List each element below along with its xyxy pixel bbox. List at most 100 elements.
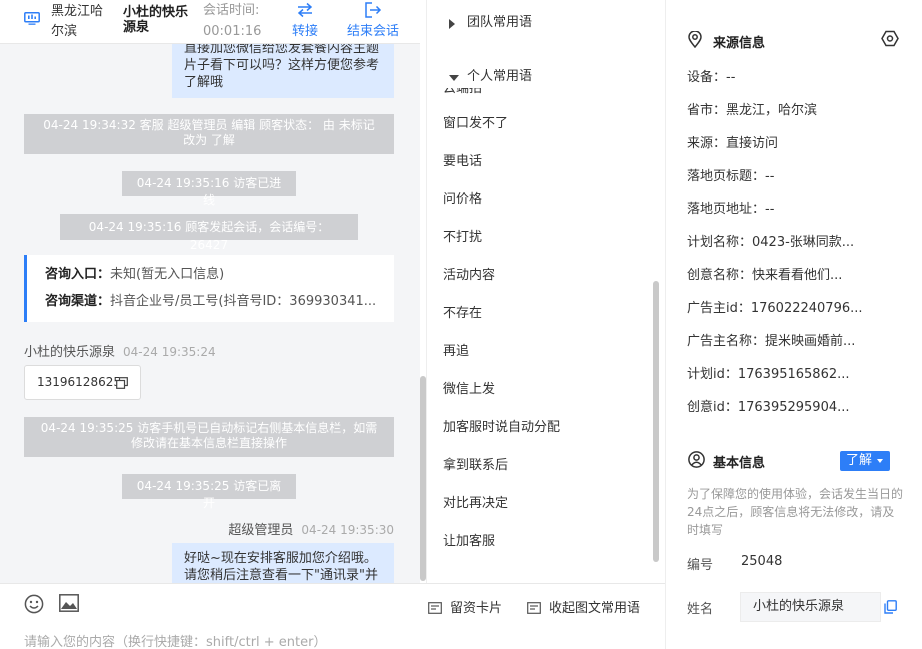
phrase-panel: 云端拍 窗口发不了 要电话 问价格 不打扰 活动内容 不存在 再追 微信上发 加… xyxy=(426,0,665,583)
system-message: 04-24 19:35:25 访客手机号已自动标记右侧基本信息栏，如需 修改请在… xyxy=(24,417,394,457)
phrase-item[interactable]: 问价格 xyxy=(443,191,482,209)
transfer-label: 转接 xyxy=(291,24,318,39)
message-composer[interactable]: 留资卡片 收起图文常用语 请输入您的内容（换行快捷键：shift/ctrl + … xyxy=(0,583,665,649)
system-message-line: 04-24 19:34:32 客服 超级管理员 编辑 顾客状态： 由 未标记 xyxy=(43,118,375,132)
edit-deadline-hint: 为了保障您的使用体验，会话发生当日的24点之后，顾客信息将无法修改，请及时填写 xyxy=(687,487,904,537)
lead-card-label: 留资卡片 xyxy=(450,601,503,616)
caret-down-icon xyxy=(449,75,459,81)
phrase-item[interactable]: 不存在 xyxy=(443,305,482,323)
message-line: 请您稍后注意查看一下"通讯录"并 xyxy=(184,568,378,583)
customer-name-label: 姓名 xyxy=(687,602,714,617)
message-line: 了解哦 xyxy=(184,75,224,90)
visitor-phone-message[interactable]: 13196128625 xyxy=(24,365,141,400)
personal-phrases-label: 个人常用语 xyxy=(467,69,533,84)
collapse-phrases-label: 收起图文常用语 xyxy=(549,601,641,616)
source-row: 创意id：176395295904... xyxy=(687,400,850,415)
location-pin-icon xyxy=(688,31,702,48)
chat-workspace: 黑龙江哈尔滨 小杜的快乐源泉 会话时间: 00:01:16 转接 结束会话 直接… xyxy=(0,0,922,649)
phrase-scrollbar-thumb[interactable] xyxy=(653,281,659,562)
customer-info-panel: 来源信息 设备：-- 省市：黑龙江，哈尔滨 来源：直接访问 落地页标题：-- 落… xyxy=(665,0,922,649)
source-row: 落地页标题：-- xyxy=(687,169,775,184)
card-icon xyxy=(428,602,442,614)
phrase-item[interactable]: 窗口发不了 xyxy=(443,115,508,133)
image-icon[interactable] xyxy=(59,594,79,612)
visitor-name: 小杜的快乐源泉 xyxy=(123,5,189,35)
settings-icon[interactable] xyxy=(881,30,899,47)
message-input-placeholder[interactable]: 请输入您的内容（换行快捷键：shift/ctrl + enter） xyxy=(24,631,327,649)
session-time-label: 会话时间: xyxy=(203,3,260,18)
lead-card-button[interactable]: 留资卡片 xyxy=(428,597,502,616)
emoji-icon[interactable] xyxy=(24,594,44,614)
monitor-icon xyxy=(24,12,40,25)
phrase-item[interactable]: 不打扰 xyxy=(443,229,482,247)
phrase-item[interactable]: 对比再决定 xyxy=(443,495,508,513)
personal-phrases-group[interactable]: 个人常用语 xyxy=(427,62,665,88)
source-row: 落地页地址：-- xyxy=(687,202,775,217)
copy-icon[interactable] xyxy=(884,600,897,614)
team-phrases-label: 团队常用语 xyxy=(467,15,533,30)
consult-channel-label: 咨询渠道： xyxy=(45,294,111,309)
copy-icon[interactable] xyxy=(116,377,128,389)
phrase-item[interactable]: 加客服时说自动分配 xyxy=(443,419,560,437)
visitor-region: 黑龙江哈尔滨 xyxy=(51,4,104,39)
customer-id-value: 25048 xyxy=(741,554,783,569)
team-phrases-group[interactable]: 团队常用语 xyxy=(427,8,665,38)
message-timestamp: 04-24 19:35:30 xyxy=(301,523,394,537)
consult-info-card: 咨询入口：未知(暂无入口信息) 咨询渠道：抖音企业号/员工号(抖音号ID：369… xyxy=(24,255,394,322)
sender-name: 超级管理员 xyxy=(228,523,294,538)
system-message: 04-24 19:35:25 访客已离开 xyxy=(122,474,296,510)
system-message-line: 修改请在基本信息栏直接操作 xyxy=(130,436,287,450)
agent-message-bubble: 直接加您微信给您发套餐内容主题 片子看下可以吗？这样方便您参考 了解哦 xyxy=(172,44,394,98)
source-row: 创意名称：快来看看他们... xyxy=(687,268,843,283)
message-line: 片子看下可以吗？这样方便您参考 xyxy=(184,58,380,73)
source-row: 来源：直接访问 xyxy=(687,136,779,151)
consult-entry-value: 未知(暂无入口信息) xyxy=(110,267,225,282)
customer-id-label: 编号 xyxy=(687,558,714,573)
sender-name: 小杜的快乐源泉 xyxy=(24,345,116,360)
consult-entry-row: 咨询入口：未知(暂无入口信息) xyxy=(45,266,224,284)
phrase-item[interactable]: 让加客服 xyxy=(443,533,495,551)
end-session-label: 结束会话 xyxy=(346,24,399,39)
consult-channel-row: 咨询渠道：抖音企业号/员工号(抖音号ID：369930341... xyxy=(45,293,376,311)
source-row: 广告主名称：提米映画婚前... xyxy=(687,334,856,349)
system-message-line: 改为 了解 xyxy=(183,133,235,147)
phrase-item[interactable]: 微信上发 xyxy=(443,381,495,399)
customer-status-dropdown[interactable]: 了解 xyxy=(840,451,890,471)
message-line: 好哒~现在安排客服加您介绍哦。 xyxy=(184,551,377,566)
message-list[interactable]: 直接加您微信给您发套餐内容主题 片子看下可以吗？这样方便您参考 了解哦 04-2… xyxy=(0,44,420,583)
phrase-item[interactable]: 活动内容 xyxy=(443,267,495,285)
system-message: 04-24 19:35:16 顾客发起会话，会话编号：26427 xyxy=(60,214,358,252)
source-row: 计划名称：0423-张琳同款... xyxy=(687,235,855,250)
card-icon xyxy=(527,602,541,614)
system-message-line: 04-24 19:35:25 访客手机号已自动标记右侧基本信息栏，如需 xyxy=(40,421,378,435)
basic-info-title: 基本信息 xyxy=(713,456,766,471)
source-row: 省市：黑龙江，哈尔滨 xyxy=(687,103,818,118)
customer-name-field[interactable]: 小杜的快乐源泉 xyxy=(740,592,881,622)
collapse-phrases-button[interactable]: 收起图文常用语 xyxy=(527,597,640,616)
user-circle-icon xyxy=(688,451,705,468)
agent-message-bubble: 好哒~现在安排客服加您介绍哦。 请您稍后注意查看一下"通讯录"并 xyxy=(172,543,394,583)
end-session-button[interactable]: 结束会话 xyxy=(343,0,403,44)
phrase-item[interactable]: 要电话 xyxy=(443,153,482,171)
chat-header: 黑龙江哈尔滨 小杜的快乐源泉 会话时间: 00:01:16 转接 结束会话 xyxy=(0,0,420,44)
caret-down-icon xyxy=(877,459,883,463)
transfer-icon xyxy=(297,2,313,18)
consult-channel-value: 抖音企业号/员工号(抖音号ID：369930341... xyxy=(110,294,377,309)
message-timestamp: 04-24 19:35:24 xyxy=(123,345,216,359)
source-row: 计划id：176395165862... xyxy=(687,367,850,382)
transfer-button[interactable]: 转接 xyxy=(287,0,323,44)
consult-entry-label: 咨询入口： xyxy=(45,267,111,282)
system-message: 04-24 19:34:32 客服 超级管理员 编辑 顾客状态： 由 未标记 改… xyxy=(24,114,394,154)
visitor-sender-line: 小杜的快乐源泉 04-24 19:35:24 xyxy=(24,341,216,360)
phrase-item[interactable]: 拿到联系后 xyxy=(443,457,508,475)
source-row: 设备：-- xyxy=(687,70,736,85)
logout-icon xyxy=(365,2,382,18)
phrase-item[interactable]: 再追 xyxy=(443,343,469,361)
system-message: 04-24 19:35:16 访客已进线 xyxy=(122,171,296,207)
session-time: 00:01:16 xyxy=(203,24,262,39)
phone-number: 13196128625 xyxy=(37,375,121,389)
message-line: 直接加您微信给您发套餐内容主题 xyxy=(184,44,380,56)
customer-status-value: 了解 xyxy=(846,453,873,468)
agent-sender-line: 超级管理员 04-24 19:35:30 xyxy=(228,519,394,538)
caret-right-icon xyxy=(449,19,455,29)
